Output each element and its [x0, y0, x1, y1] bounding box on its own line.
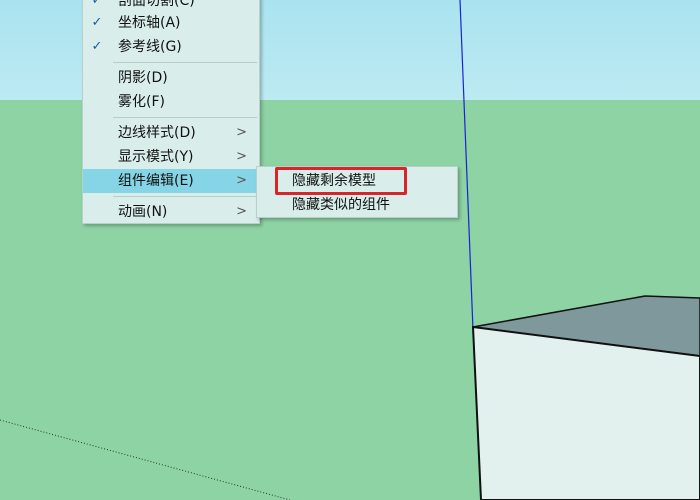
- menu-item-animation[interactable]: 动画(N) >: [83, 200, 259, 224]
- box-front-face: [471, 325, 700, 500]
- menu-item-edge-style[interactable]: 边线样式(D) >: [83, 121, 259, 145]
- dotted-axis-line: [0, 419, 291, 500]
- submenu-item-hide-rest-of-model[interactable]: 隐藏剩余模型: [257, 169, 457, 193]
- component-edit-submenu: 隐藏剩余模型 隐藏类似的组件: [256, 166, 458, 218]
- menu-item-label: 隐藏类似的组件: [292, 197, 390, 213]
- menu-item-label: 边线样式(D): [118, 125, 196, 141]
- menu-item-label: 隐藏剩余模型: [292, 173, 376, 189]
- menu-item-label: 组件编辑(E): [118, 173, 194, 189]
- chevron-right-icon: >: [236, 149, 247, 164]
- menu-item-label: 阴影(D): [118, 70, 168, 86]
- menu-item-label: 动画(N): [118, 204, 168, 220]
- chevron-right-icon: >: [236, 173, 247, 188]
- menu-item-fog[interactable]: 雾化(F): [83, 90, 259, 114]
- chevron-right-icon: >: [236, 125, 247, 140]
- menu-separator: [113, 196, 257, 197]
- menu-item-axes[interactable]: ✓ 坐标轴(A): [83, 11, 259, 35]
- menu-item-label: 剖面切割(C): [118, 0, 195, 9]
- submenu-item-hide-similar-components[interactable]: 隐藏类似的组件: [257, 193, 457, 217]
- menu-item-label: 雾化(F): [118, 94, 165, 110]
- view-menu: ✓ 剖面切割(C) ✓ 坐标轴(A) ✓ 参考线(G) 阴影(D) 雾化(F) …: [82, 0, 260, 224]
- menu-item-shadows[interactable]: 阴影(D): [83, 66, 259, 90]
- menu-item-label: 参考线(G): [118, 39, 182, 55]
- menu-item-label: 显示模式(Y): [118, 149, 194, 165]
- chevron-right-icon: >: [236, 204, 247, 219]
- checkmark-icon: ✓: [91, 39, 103, 54]
- checkmark-icon: ✓: [91, 15, 103, 30]
- menu-item-face-style[interactable]: 显示模式(Y) >: [83, 145, 259, 169]
- menu-item-guides[interactable]: ✓ 参考线(G): [83, 35, 259, 59]
- menu-separator: [113, 117, 257, 118]
- blue-axis-line: [459, 0, 474, 331]
- menu-separator: [113, 62, 257, 63]
- menu-item-label: 坐标轴(A): [118, 15, 181, 31]
- menu-item-component-edit[interactable]: 组件编辑(E) >: [83, 169, 259, 193]
